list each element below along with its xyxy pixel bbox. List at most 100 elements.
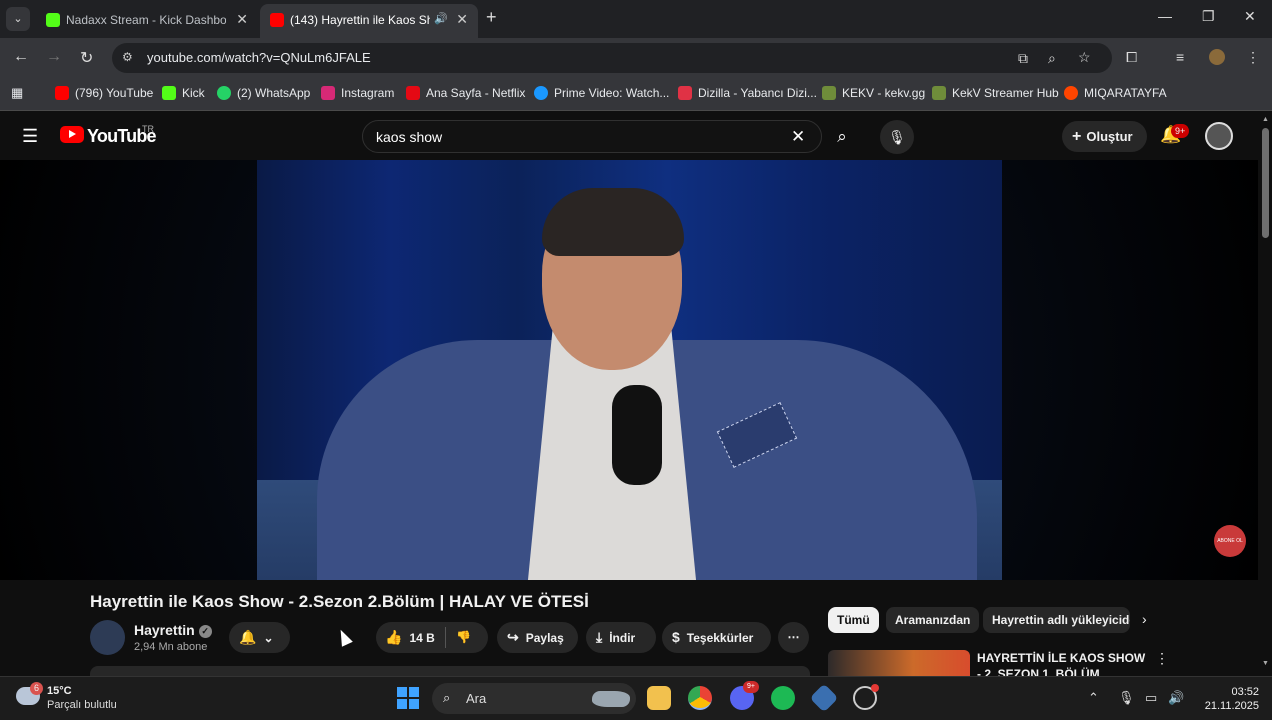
speaker-icon[interactable]: 🔊 [434, 12, 448, 25]
bookmark-dizilla[interactable]: Dizilla - Yabancı Dizi... [678, 86, 817, 100]
weather-description[interactable]: Parçalı bulutlu [47, 699, 117, 711]
tray-chevron-up-icon[interactable]: ⌃ [1088, 690, 1099, 706]
channel-name[interactable]: Hayrettin ✓ [134, 622, 212, 638]
back-icon[interactable]: ← [13, 48, 29, 66]
thumbs-down-icon[interactable]: 👎 [456, 622, 471, 653]
bookmark-instagram[interactable]: Instagram [321, 86, 394, 100]
youtube-logo-icon[interactable] [60, 126, 84, 143]
scroll-up-icon[interactable]: ▲ [1262, 116, 1269, 123]
new-tab-button[interactable]: + [486, 7, 497, 28]
search-input[interactable]: kaos show [376, 129, 442, 145]
microphone-icon: 🎙 [888, 129, 906, 145]
search-button[interactable]: ⌕ [822, 120, 862, 153]
bookmark-star-icon[interactable]: ☆ [1078, 49, 1091, 66]
notification-badge: 9+ [1171, 124, 1190, 138]
search-highlight-image [592, 691, 630, 707]
recommended-title[interactable]: HAYRETTİN İLE KAOS SHOW - 2. SEZON 1. BÖ… [977, 650, 1149, 676]
tray-microphone-icon[interactable]: 🎙 [1118, 690, 1135, 706]
restore-button[interactable]: ❐ [1202, 8, 1215, 25]
prime-video-icon [534, 86, 548, 100]
more-actions-button[interactable]: ⋯ [778, 622, 809, 653]
tray-volume-icon[interactable]: 🔊 [1168, 690, 1184, 706]
chip-from-uploader[interactable]: Hayrettin adlı yükleyicide [983, 607, 1130, 633]
share-label: Paylaş [525, 631, 564, 645]
share-button[interactable]: ↪ Paylaş [497, 622, 578, 653]
system-clock[interactable]: 03:52 21.11.2025 [1199, 685, 1259, 713]
start-menu-icon[interactable] [397, 687, 419, 709]
video-info-section: Hayrettin ile Kaos Show - 2.Sezon 2.Bölü… [0, 580, 1258, 676]
video-player[interactable]: ABONE OL [0, 160, 1258, 580]
subscribe-watermark[interactable]: ABONE OL [1214, 525, 1246, 557]
taskbar-search[interactable]: ⌕ Ara [432, 683, 636, 714]
chevron-right-icon[interactable]: › [1142, 611, 1147, 627]
bookmark-netflix[interactable]: Ana Sayfa - Netflix [406, 86, 525, 100]
url-text[interactable]: youtube.com/watch?v=QNuLm6JFALE [147, 50, 371, 65]
install-app-icon[interactable]: ⧉ [1018, 50, 1028, 67]
minimize-button[interactable]: — [1158, 8, 1172, 24]
tab-search-button[interactable]: ⌄ [6, 7, 30, 31]
site-info-icon[interactable]: ⚙ [122, 50, 133, 64]
account-avatar[interactable] [1205, 122, 1233, 150]
chip-from-search[interactable]: Aramanızdan [886, 607, 980, 633]
bookmark-prime-video[interactable]: Prime Video: Watch... [534, 86, 669, 100]
plus-icon: + [1072, 128, 1082, 145]
search-box[interactable]: kaos show ✕ [362, 120, 822, 153]
create-button[interactable]: + Oluştur [1062, 121, 1147, 152]
recording-dot-icon [871, 684, 879, 692]
bookmark-youtube[interactable]: (796) YouTube [55, 86, 153, 100]
media-controls-icon[interactable]: ≡ [1176, 49, 1184, 65]
video-title: Hayrettin ile Kaos Show - 2.Sezon 2.Bölü… [90, 592, 589, 611]
kick-icon [162, 86, 176, 100]
channel-avatar[interactable] [90, 620, 125, 655]
profile-avatar[interactable] [1209, 49, 1225, 65]
recommended-menu-icon[interactable]: ⋮ [1155, 650, 1169, 667]
scroll-down-icon[interactable]: ▼ [1262, 660, 1269, 667]
video-frame[interactable] [257, 160, 1002, 580]
recommended-thumbnail[interactable] [828, 650, 970, 676]
subscription-bell-button[interactable]: 🔔 ⌄ [229, 622, 290, 653]
spotify-icon[interactable] [771, 686, 795, 710]
search-icon: ⌕ [837, 127, 847, 146]
weather-temperature[interactable]: 15°C [47, 685, 72, 697]
tab-kick-dashboard[interactable]: Nadaxx Stream - Kick Dashboard ✕ [36, 4, 258, 38]
menu-hamburger-icon[interactable]: ☰ [22, 126, 38, 147]
tab-close-icon[interactable]: ✕ [456, 11, 468, 28]
forward-icon[interactable]: → [46, 48, 62, 66]
bookmarks-bar: ▦ (796) YouTube Kick (2) WhatsApp Instag… [0, 78, 1272, 111]
app-diamond-icon[interactable] [809, 683, 839, 713]
kekv-icon [822, 86, 836, 100]
like-button[interactable]: 👍 14 B 👎 [376, 622, 488, 653]
voice-search-button[interactable]: 🎙 [880, 120, 914, 154]
extensions-icon[interactable]: ⧠ [1126, 49, 1137, 66]
tray-network-icon[interactable]: ▭ [1145, 690, 1157, 706]
bookmark-kekv-hub[interactable]: KekV Streamer Hub [932, 86, 1059, 100]
reload-icon[interactable]: ↻ [80, 48, 93, 68]
bookmark-kick[interactable]: Kick [162, 86, 205, 100]
discord-icon[interactable] [730, 681, 759, 710]
bookmark-reddit[interactable]: MIQARATAYFA [1064, 86, 1167, 100]
file-explorer-icon[interactable] [647, 686, 671, 710]
thanks-button[interactable]: $ Teşekkürler [662, 622, 771, 653]
tab-close-icon[interactable]: ✕ [236, 11, 248, 28]
scrollbar-thumb[interactable] [1262, 128, 1269, 238]
windows-taskbar: 6 15°C Parçalı bulutlu ⌕ Ara ⌃ 🎙 ▭ 🔊 03:… [0, 676, 1272, 720]
dizilla-icon [678, 86, 692, 100]
bookmark-whatsapp[interactable]: (2) WhatsApp [217, 86, 310, 100]
chrome-icon[interactable] [688, 686, 712, 710]
address-bar[interactable]: ⚙ youtube.com/watch?v=QNuLm6JFALE ⧉ ⌕ ☆ [112, 43, 1112, 73]
apps-grid-icon[interactable]: ▦ [11, 85, 23, 101]
zoom-icon[interactable]: ⌕ [1048, 50, 1056, 67]
download-button[interactable]: ⤓ İndir [586, 622, 656, 653]
chip-all[interactable]: Tümü [828, 607, 879, 633]
share-icon: ↪ [507, 629, 519, 645]
close-window-button[interactable]: ✕ [1244, 8, 1256, 25]
page-scrollbar[interactable]: ▲ ▼ [1258, 112, 1272, 676]
tab-youtube-video[interactable]: (143) Hayrettin ile Kaos Show 🔊 ✕ [260, 4, 478, 38]
description-box[interactable] [90, 666, 810, 676]
netflix-icon [406, 86, 420, 100]
app-recording-icon[interactable] [853, 684, 879, 710]
video-person-hair [542, 188, 684, 256]
clear-search-icon[interactable]: ✕ [791, 127, 805, 147]
bookmark-kekv[interactable]: KEKV - kekv.gg [822, 86, 925, 100]
browser-menu-icon[interactable]: ⋮ [1246, 49, 1260, 66]
